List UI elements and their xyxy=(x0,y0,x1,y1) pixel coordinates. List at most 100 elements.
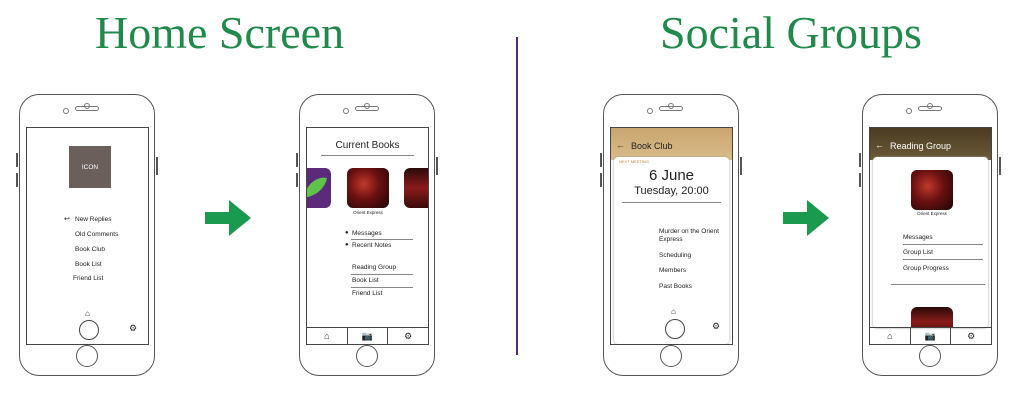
bullet-icon: ● xyxy=(345,242,349,248)
menu-reading-group[interactable]: Reading Group xyxy=(352,264,396,271)
book-cover-leaf[interactable] xyxy=(307,168,331,208)
reply-icon: ↩ xyxy=(64,216,70,223)
book-cover-third[interactable] xyxy=(404,168,428,208)
arrow-right-icon xyxy=(783,200,829,236)
speaker xyxy=(659,106,683,111)
item-scheduling[interactable]: Scheduling xyxy=(659,252,691,259)
phone-book-club: ← Book Club NEXT MEETING 6 June Tuesday,… xyxy=(600,94,742,376)
gear-icon[interactable]: ⚙ xyxy=(129,323,137,334)
item-members[interactable]: Members xyxy=(659,267,686,274)
menu-friend-list[interactable]: Friend List xyxy=(73,275,103,282)
menu-book-list[interactable]: Book List xyxy=(75,261,102,268)
book-cover-partial[interactable] xyxy=(911,307,953,328)
reading-group-screen: ← Reading Group Orient Express Messages … xyxy=(869,127,992,345)
separator xyxy=(903,259,983,260)
date-underline xyxy=(622,202,721,203)
bullet-recent-notes[interactable]: Recent Notes xyxy=(352,242,391,249)
gear-icon[interactable]: ⚙ xyxy=(950,328,991,344)
book-cover-orient-express[interactable] xyxy=(347,168,389,208)
home-icon[interactable]: ⌂ xyxy=(671,307,676,316)
meeting-card: NEXT MEETING 6 June Tuesday, 20:00 Murde… xyxy=(614,157,729,344)
menu-old-comments[interactable]: Old Comments xyxy=(75,231,118,238)
meeting-day-time: Tuesday, 20:00 xyxy=(634,185,709,197)
book-caption: Orient Express xyxy=(917,211,947,216)
tab-bar: ⌂ 📷 ⚙ xyxy=(870,327,991,344)
volume-down xyxy=(859,173,861,187)
home-button[interactable] xyxy=(76,345,98,367)
header-bar: ← Book Club xyxy=(611,128,732,160)
home-icon[interactable]: ⌂ xyxy=(870,328,910,344)
menu-book-club[interactable]: Book Club xyxy=(75,246,105,253)
book-caption: Orient Express xyxy=(353,210,383,215)
group-card: Orient Express Messages Group List Group… xyxy=(873,157,988,328)
speaker xyxy=(918,106,942,111)
home-screen: ICON ↩ New Replies Old Comments Book Clu… xyxy=(26,127,149,345)
bullet-icon: ● xyxy=(345,230,349,236)
sensor xyxy=(906,108,912,114)
menu-book-list[interactable]: Book List xyxy=(352,277,379,284)
app-icon-placeholder[interactable]: ICON xyxy=(69,146,111,188)
side-button xyxy=(999,157,1001,175)
volume-down xyxy=(16,173,18,187)
home-screen-heading: Home Screen xyxy=(95,7,345,58)
menu-new-replies[interactable]: New Replies xyxy=(75,216,112,223)
camera-icon[interactable]: 📷 xyxy=(909,328,951,344)
arrow-left-icon[interactable]: ← xyxy=(616,140,625,150)
home-icon[interactable]: ⌂ xyxy=(85,309,90,318)
phone-home: ICON ↩ New Replies Old Comments Book Clu… xyxy=(16,94,158,376)
book-cover-orient-express[interactable] xyxy=(911,170,953,210)
volume-up xyxy=(859,153,861,167)
home-button[interactable] xyxy=(660,345,682,367)
separator xyxy=(351,274,413,275)
menu-friend-list[interactable]: Friend List xyxy=(352,290,382,297)
gear-icon[interactable]: ⚙ xyxy=(712,321,720,332)
home-button[interactable] xyxy=(356,345,378,367)
volume-up xyxy=(16,153,18,167)
camera-shutter-button[interactable] xyxy=(665,319,685,339)
side-button xyxy=(740,157,742,175)
book-club-screen: ← Book Club NEXT MEETING 6 June Tuesday,… xyxy=(610,127,733,345)
arrow-right-icon xyxy=(205,200,251,236)
title-underline xyxy=(321,155,414,156)
volume-down xyxy=(296,173,298,187)
volume-up xyxy=(600,153,602,167)
side-button xyxy=(156,157,158,175)
section-divider-line xyxy=(891,284,985,285)
phone-current-books: Current Books Orient Express ● Messages … xyxy=(296,94,438,376)
volume-down xyxy=(600,173,602,187)
phone-reading-group: ← Reading Group Orient Express Messages … xyxy=(859,94,1001,376)
header-title: Reading Group xyxy=(890,141,952,151)
leaf-icon xyxy=(307,177,327,198)
separator xyxy=(903,244,983,245)
gear-icon[interactable]: ⚙ xyxy=(387,328,428,344)
item-murder-orient-express[interactable]: Murder on the Orient Express xyxy=(659,228,729,244)
item-past-books[interactable]: Past Books xyxy=(659,283,692,290)
menu-messages[interactable]: Messages xyxy=(903,234,933,241)
header-title: Book Club xyxy=(631,141,673,151)
speaker xyxy=(75,106,99,111)
camera-shutter-button[interactable] xyxy=(79,320,99,340)
sensor xyxy=(343,108,349,114)
app-icon-label: ICON xyxy=(81,163,99,171)
tab-bar: ⌂ 📷 ⚙ xyxy=(307,327,428,344)
sensor xyxy=(63,108,69,114)
menu-group-progress[interactable]: Group Progress xyxy=(903,265,949,272)
bullet-messages[interactable]: Messages xyxy=(352,230,382,237)
header-bar: ← Reading Group xyxy=(870,128,991,160)
menu-group-list[interactable]: Group List xyxy=(903,249,933,256)
arrow-left-icon[interactable]: ← xyxy=(875,140,884,150)
separator xyxy=(351,239,413,240)
separator xyxy=(351,287,413,288)
social-groups-heading: Social Groups xyxy=(660,7,922,58)
next-meeting-label: NEXT MEETING xyxy=(619,159,649,164)
meeting-date: 6 June xyxy=(648,167,695,184)
side-button xyxy=(436,157,438,175)
volume-up xyxy=(296,153,298,167)
current-books-screen: Current Books Orient Express ● Messages … xyxy=(306,127,429,345)
sensor xyxy=(647,108,653,114)
speaker xyxy=(355,106,379,111)
section-divider xyxy=(516,37,518,355)
home-button[interactable] xyxy=(919,345,941,367)
home-icon[interactable]: ⌂ xyxy=(307,328,347,344)
camera-icon[interactable]: 📷 xyxy=(346,328,388,344)
